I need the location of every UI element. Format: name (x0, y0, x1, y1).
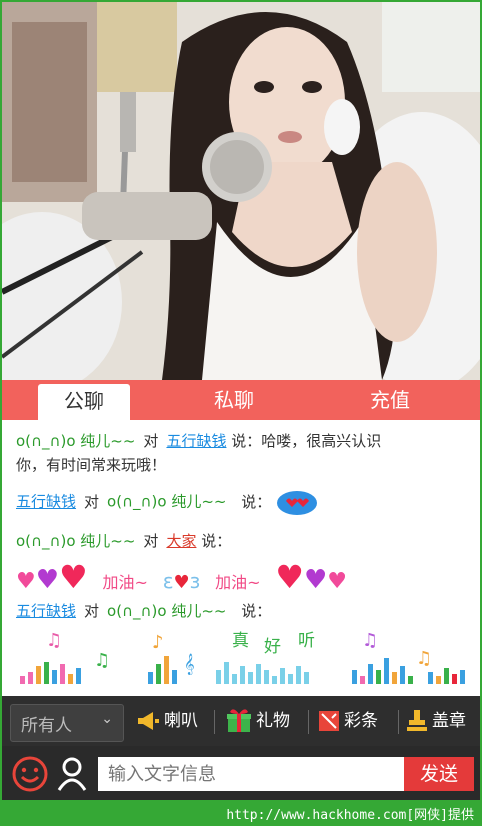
ribbon-button[interactable]: 彩条 (318, 696, 378, 746)
target-nick[interactable]: o(∩_∩)o 纯儿~~ (107, 602, 226, 620)
say-word: 说： (241, 492, 272, 511)
target-nick[interactable]: 大家 (166, 532, 196, 550)
send-button[interactable]: 发送 (404, 757, 474, 791)
heart-icon: ♥ (173, 572, 190, 593)
sender-nick[interactable]: 五行缺钱 (16, 493, 76, 511)
message-input[interactable] (98, 757, 404, 791)
chat-message: 五行缺钱对 o(∩_∩)o 纯儿~~ 说： (16, 600, 271, 621)
cheer-text: 加油~ (215, 573, 261, 592)
svg-text:𝄞: 𝄞 (184, 654, 195, 675)
target-nick[interactable]: o(∩_∩)o 纯儿~~ (107, 493, 226, 511)
horn-button[interactable]: 喇叭 (136, 696, 198, 746)
chat-message: o(∩_∩)o 纯儿~~ 对大家 说： (16, 530, 231, 551)
app-screen: 公聊 私聊 充值 o(∩_∩)o 纯儿~~ 对五行缺钱 说：哈喽，很高兴认识 你，… (2, 2, 480, 800)
gift-label: 礼物 (256, 711, 290, 731)
sender-nick[interactable]: o(∩_∩)o 纯儿~~ (16, 432, 135, 450)
svg-text:♫: ♫ (46, 630, 62, 651)
music-word: 听 (298, 631, 315, 651)
chat-tab-bar: 公聊 私聊 充值 (2, 380, 480, 420)
music-word: 真 (232, 631, 249, 651)
toolbar-divider (398, 710, 399, 734)
wing-icon: з (189, 569, 201, 593)
message-text: 哈喽，很高兴认识 (261, 432, 382, 450)
stamp-icon (407, 710, 427, 731)
music-equalizer-emoticon: ♫ ♫ ♪ 𝄞 ♫ ♫ 真 好 听 (16, 626, 468, 686)
live-video[interactable] (2, 2, 480, 380)
audience-select[interactable]: 所有人 ⌄ (10, 704, 124, 742)
sender-nick[interactable]: 五行缺钱 (16, 602, 76, 620)
action-toolbar: 所有人 ⌄ 喇叭 礼物 彩条 盖章 (2, 696, 480, 746)
video-frame-illustration (2, 2, 480, 380)
tab-private-chat[interactable]: 私聊 (188, 380, 280, 420)
gift-icon (227, 709, 251, 732)
tab-public-chat[interactable]: 公聊 (38, 384, 130, 420)
svg-text:♫: ♫ (416, 648, 432, 669)
heart-icon: ♥ (303, 565, 328, 595)
heart-icon: ♥ (327, 569, 348, 594)
message-text-continued: 你，有时间常来玩哦！ (16, 456, 167, 474)
message-input-bar: 发送 (2, 746, 480, 800)
stamp-label: 盖章 (432, 711, 466, 731)
toolbar-divider (214, 710, 215, 734)
ribbon-label: 彩条 (344, 711, 378, 731)
heart-icon: ♥ (16, 569, 36, 594)
chat-message: o(∩_∩)o 纯儿~~ 对五行缺钱 说：哈喽，很高兴认识 (16, 430, 381, 451)
to-word: 对 (143, 432, 159, 450)
gift-button[interactable]: 礼物 (226, 696, 290, 746)
music-word: 好 (264, 637, 281, 657)
user-icon[interactable] (56, 756, 88, 792)
sender-nick[interactable]: o(∩_∩)o 纯儿~~ (16, 532, 135, 550)
heart-icon: ♥ (275, 558, 304, 596)
target-nick[interactable]: 五行缺钱 (166, 432, 226, 450)
chat-message-list[interactable]: o(∩_∩)o 纯儿~~ 对五行缺钱 说：哈喽，很高兴认识 你，有时间常来玩哦！ … (2, 420, 480, 696)
svg-text:♫: ♫ (362, 630, 378, 651)
to-word: 对 (143, 532, 159, 550)
svg-text:♪: ♪ (152, 632, 164, 653)
emoji-icon[interactable] (12, 756, 48, 792)
horn-label: 喇叭 (164, 711, 198, 731)
heart-icon: ♥ (59, 558, 88, 596)
chevron-down-icon: ⌄ (101, 711, 113, 727)
toolbar-divider (308, 710, 309, 734)
source-credit: http://www.hackhome.com[网侠]提供 (226, 808, 474, 823)
say-word: 说： (231, 432, 262, 450)
to-word: 对 (84, 602, 100, 620)
source-footer: http://www.hackhome.com[网侠]提供 (0, 800, 482, 826)
cheer-row: ♥♥♥ 加油~ ε♥з 加油~ ♥♥♥ (16, 558, 347, 596)
tab-recharge[interactable]: 充值 (344, 380, 436, 420)
ribbon-icon (319, 711, 339, 731)
wing-icon: ε (162, 569, 174, 593)
heart-icon: ♥ (35, 565, 60, 595)
say-word: 说： (241, 602, 272, 620)
say-word: 说： (201, 532, 232, 550)
cheer-text: 加油~ (102, 573, 148, 592)
stamp-button[interactable]: 盖章 (406, 696, 466, 746)
love-emoji-icon (277, 491, 318, 515)
chat-message: 五行缺钱对 o(∩_∩)o 纯儿~~ 说： (16, 488, 318, 516)
horn-icon (138, 712, 159, 730)
to-word: 对 (84, 492, 100, 511)
audience-value: 所有人 (21, 716, 72, 736)
svg-text:♫: ♫ (94, 650, 110, 671)
